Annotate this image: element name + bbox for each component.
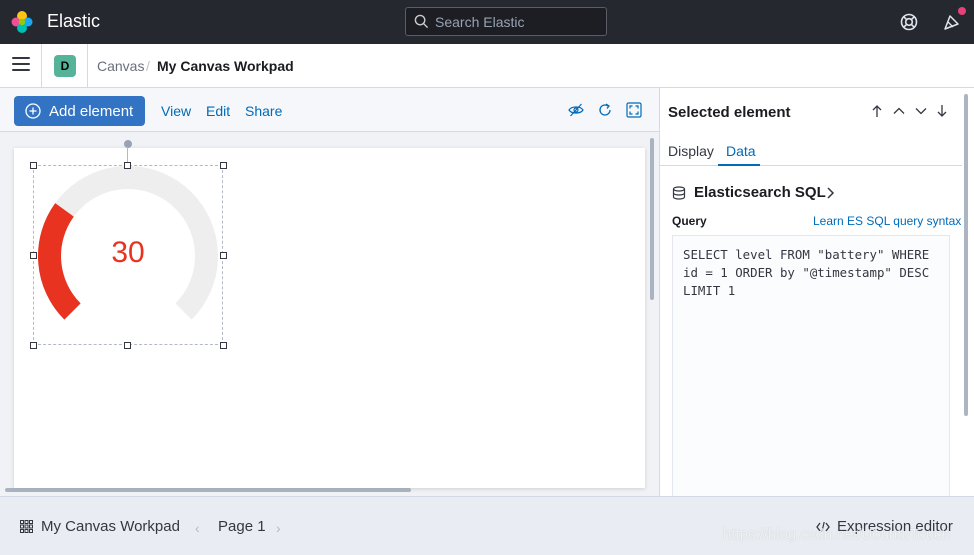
breadcrumb-bar: D Canvas / My Canvas Workpad — [0, 44, 974, 88]
panel-title: Selected element — [668, 104, 791, 121]
bring-forward-icon[interactable] — [892, 104, 906, 118]
resize-handle[interactable] — [220, 162, 227, 169]
canvas-horizontal-scrollbar[interactable] — [5, 488, 411, 492]
help-icon[interactable] — [899, 12, 919, 32]
panel-scrollbar[interactable] — [964, 94, 968, 416]
space-avatar[interactable]: D — [54, 55, 76, 77]
breadcrumb-canvas[interactable]: Canvas — [97, 58, 144, 74]
newsfeed-icon[interactable] — [942, 12, 962, 32]
divider — [87, 44, 88, 88]
previous-page-icon[interactable]: ‹ — [195, 520, 200, 536]
database-icon — [672, 186, 686, 200]
resize-handle[interactable] — [30, 252, 37, 259]
fullscreen-icon[interactable] — [626, 102, 642, 118]
add-element-button[interactable]: Add element — [14, 96, 145, 126]
resize-handle[interactable] — [220, 342, 227, 349]
query-label: Query — [672, 214, 707, 228]
breadcrumb-separator: / — [146, 58, 150, 74]
resize-handle[interactable] — [124, 162, 131, 169]
sql-help-link[interactable]: Learn ES SQL query syntax — [813, 214, 961, 228]
send-to-back-icon[interactable] — [935, 104, 949, 118]
workpad-title[interactable]: My Canvas Workpad — [41, 518, 180, 535]
app-title[interactable]: Elastic — [47, 11, 100, 32]
watermark: https://blog.csdn.net/UbuntuTouch — [723, 526, 950, 543]
query-textarea[interactable]: SELECT level FROM "battery" WHERE id = 1… — [672, 235, 950, 496]
resize-handle[interactable] — [124, 342, 131, 349]
plus-circle-icon — [25, 103, 41, 119]
page-indicator[interactable]: Page 1 — [218, 518, 266, 535]
resize-handle[interactable] — [220, 252, 227, 259]
notification-dot — [958, 7, 966, 15]
view-menu[interactable]: View — [161, 103, 191, 119]
canvas-vertical-scrollbar[interactable] — [650, 138, 654, 300]
gauge-value: 30 — [111, 236, 145, 269]
datasource-title[interactable]: Elasticsearch SQL — [694, 184, 826, 201]
tab-data[interactable]: Data — [726, 143, 756, 159]
breadcrumb-current: My Canvas Workpad — [157, 58, 294, 74]
search-icon — [414, 14, 429, 29]
workpad-toolbar: Add element View Edit Share — [0, 88, 659, 132]
search-input[interactable] — [435, 13, 595, 30]
tab-display[interactable]: Display — [668, 143, 714, 159]
panel-tabs: Display Data — [660, 136, 962, 166]
global-search[interactable] — [405, 7, 607, 36]
add-element-label: Add element — [49, 102, 134, 120]
elastic-logo[interactable] — [10, 10, 34, 34]
edit-menu[interactable]: Edit — [206, 103, 230, 119]
active-tab-indicator — [718, 164, 760, 166]
rotation-handle[interactable] — [124, 140, 132, 148]
grid-icon[interactable] — [20, 520, 33, 533]
eye-closed-icon[interactable] — [568, 102, 584, 118]
resize-handle[interactable] — [30, 162, 37, 169]
refresh-icon[interactable] — [597, 102, 613, 118]
chevron-right-icon[interactable] — [824, 186, 836, 200]
menu-icon[interactable] — [12, 57, 30, 73]
resize-handle[interactable] — [30, 342, 37, 349]
top-header: Elastic — [0, 0, 974, 44]
share-menu[interactable]: Share — [245, 103, 282, 119]
divider — [41, 44, 42, 88]
send-backward-icon[interactable] — [914, 104, 928, 118]
bring-to-front-icon[interactable] — [870, 104, 884, 118]
next-page-icon[interactable]: › — [276, 520, 281, 536]
selected-element-panel: Selected element Display Data Elasticsea… — [659, 88, 974, 496]
